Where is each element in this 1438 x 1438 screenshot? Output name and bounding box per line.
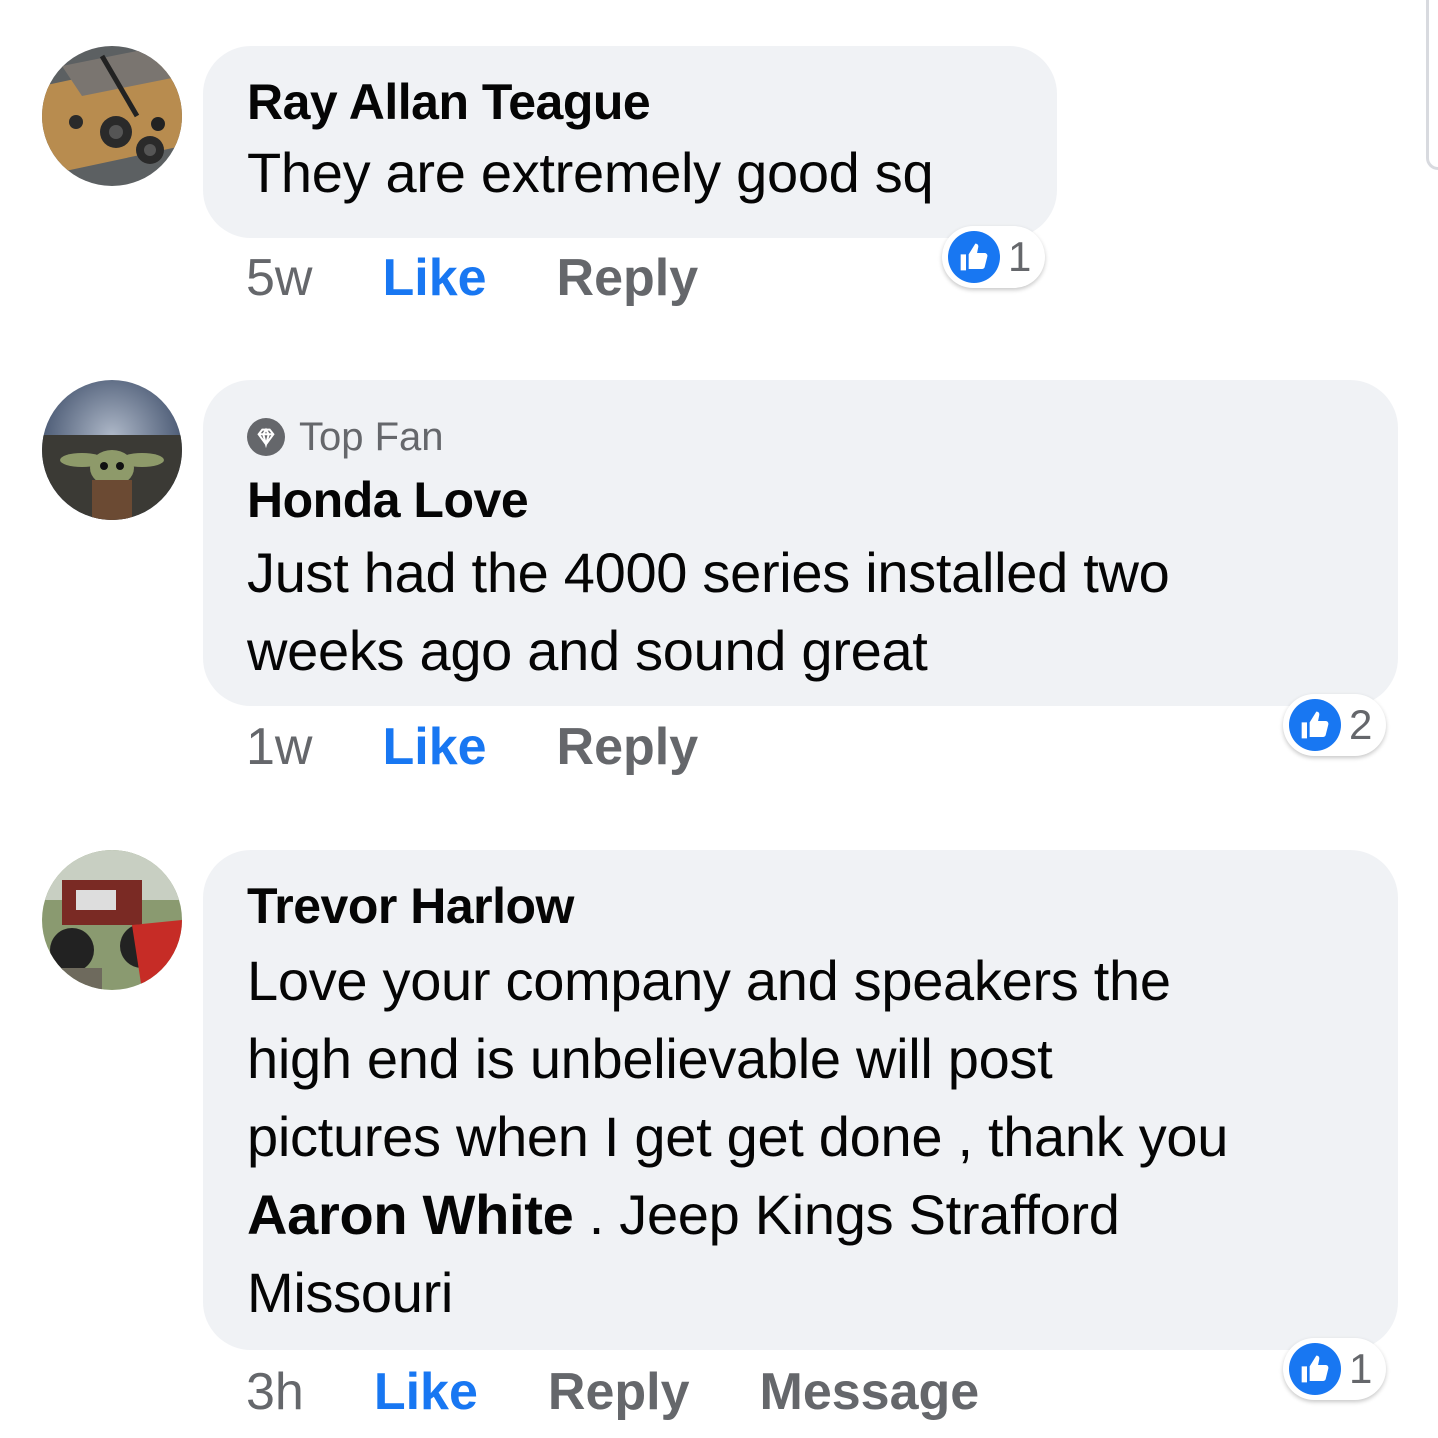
- avatar[interactable]: [42, 46, 182, 186]
- reply-button[interactable]: Reply: [557, 248, 699, 308]
- reaction-summary[interactable]: 1: [1283, 1338, 1387, 1400]
- diamond-icon: [247, 418, 285, 456]
- avatar[interactable]: [42, 850, 182, 990]
- comment-actions: 1w Like Reply: [246, 712, 768, 782]
- comment-author[interactable]: Trevor Harlow: [247, 876, 1354, 936]
- message-button[interactable]: Message: [760, 1362, 980, 1422]
- comment-timestamp[interactable]: 1w: [246, 717, 312, 777]
- mention-link[interactable]: Aaron White: [247, 1183, 574, 1246]
- comment-text: They are extremely good sq: [247, 141, 934, 204]
- comment-text-line: high end is unbelievable will post: [247, 1027, 1053, 1090]
- comment-text-fragment: . Jeep Kings Strafford: [573, 1183, 1120, 1246]
- avatar[interactable]: [42, 380, 182, 520]
- comment-timestamp[interactable]: 5w: [246, 248, 312, 308]
- like-button[interactable]: Like: [374, 1362, 478, 1422]
- reaction-count: 1: [1008, 233, 1032, 280]
- comment-timestamp[interactable]: 3h: [246, 1362, 304, 1422]
- comment-bubble: Trevor Harlow Love your company and spea…: [203, 850, 1398, 1350]
- comment-text-line: Aaron White . Jeep Kings Strafford: [247, 1176, 1354, 1254]
- comment-bubble: Ray Allan Teague They are extremely good…: [203, 46, 1057, 238]
- comment-text-line: Missouri: [247, 1261, 454, 1324]
- comment-text-line: weeks ago and sound great: [247, 619, 928, 682]
- reaction-summary[interactable]: 1: [942, 226, 1046, 288]
- comment-actions: 5w Like Reply: [246, 243, 768, 313]
- reply-button[interactable]: Reply: [557, 717, 699, 777]
- reply-button[interactable]: Reply: [548, 1362, 690, 1422]
- badge-label: Top Fan: [299, 414, 444, 459]
- comment-bubble: Top Fan Honda Love Just had the 4000 ser…: [203, 380, 1398, 706]
- thumbs-up-icon: [1289, 699, 1341, 751]
- like-button[interactable]: Like: [382, 248, 486, 308]
- thumbs-up-icon: [948, 231, 1000, 283]
- thumbs-up-icon: [1289, 1343, 1341, 1395]
- reaction-count: 1: [1349, 1345, 1373, 1392]
- top-fan-badge[interactable]: Top Fan: [247, 412, 1354, 462]
- comment-text-line: pictures when I get get done , thank you: [247, 1105, 1229, 1168]
- comment-author[interactable]: Ray Allan Teague: [247, 72, 1013, 132]
- comment-author[interactable]: Honda Love: [247, 470, 1354, 530]
- like-button[interactable]: Like: [382, 717, 486, 777]
- comments-thread: Ray Allan Teague They are extremely good…: [0, 0, 1438, 1438]
- reaction-summary[interactable]: 2: [1283, 694, 1387, 756]
- comment-actions: 3h Like Reply Message: [246, 1357, 979, 1427]
- scrollbar[interactable]: [1426, 0, 1438, 170]
- comment-text-line: Love your company and speakers the: [247, 949, 1171, 1012]
- reaction-count: 2: [1349, 701, 1373, 748]
- comment-text-line: Just had the 4000 series installed two: [247, 541, 1170, 604]
